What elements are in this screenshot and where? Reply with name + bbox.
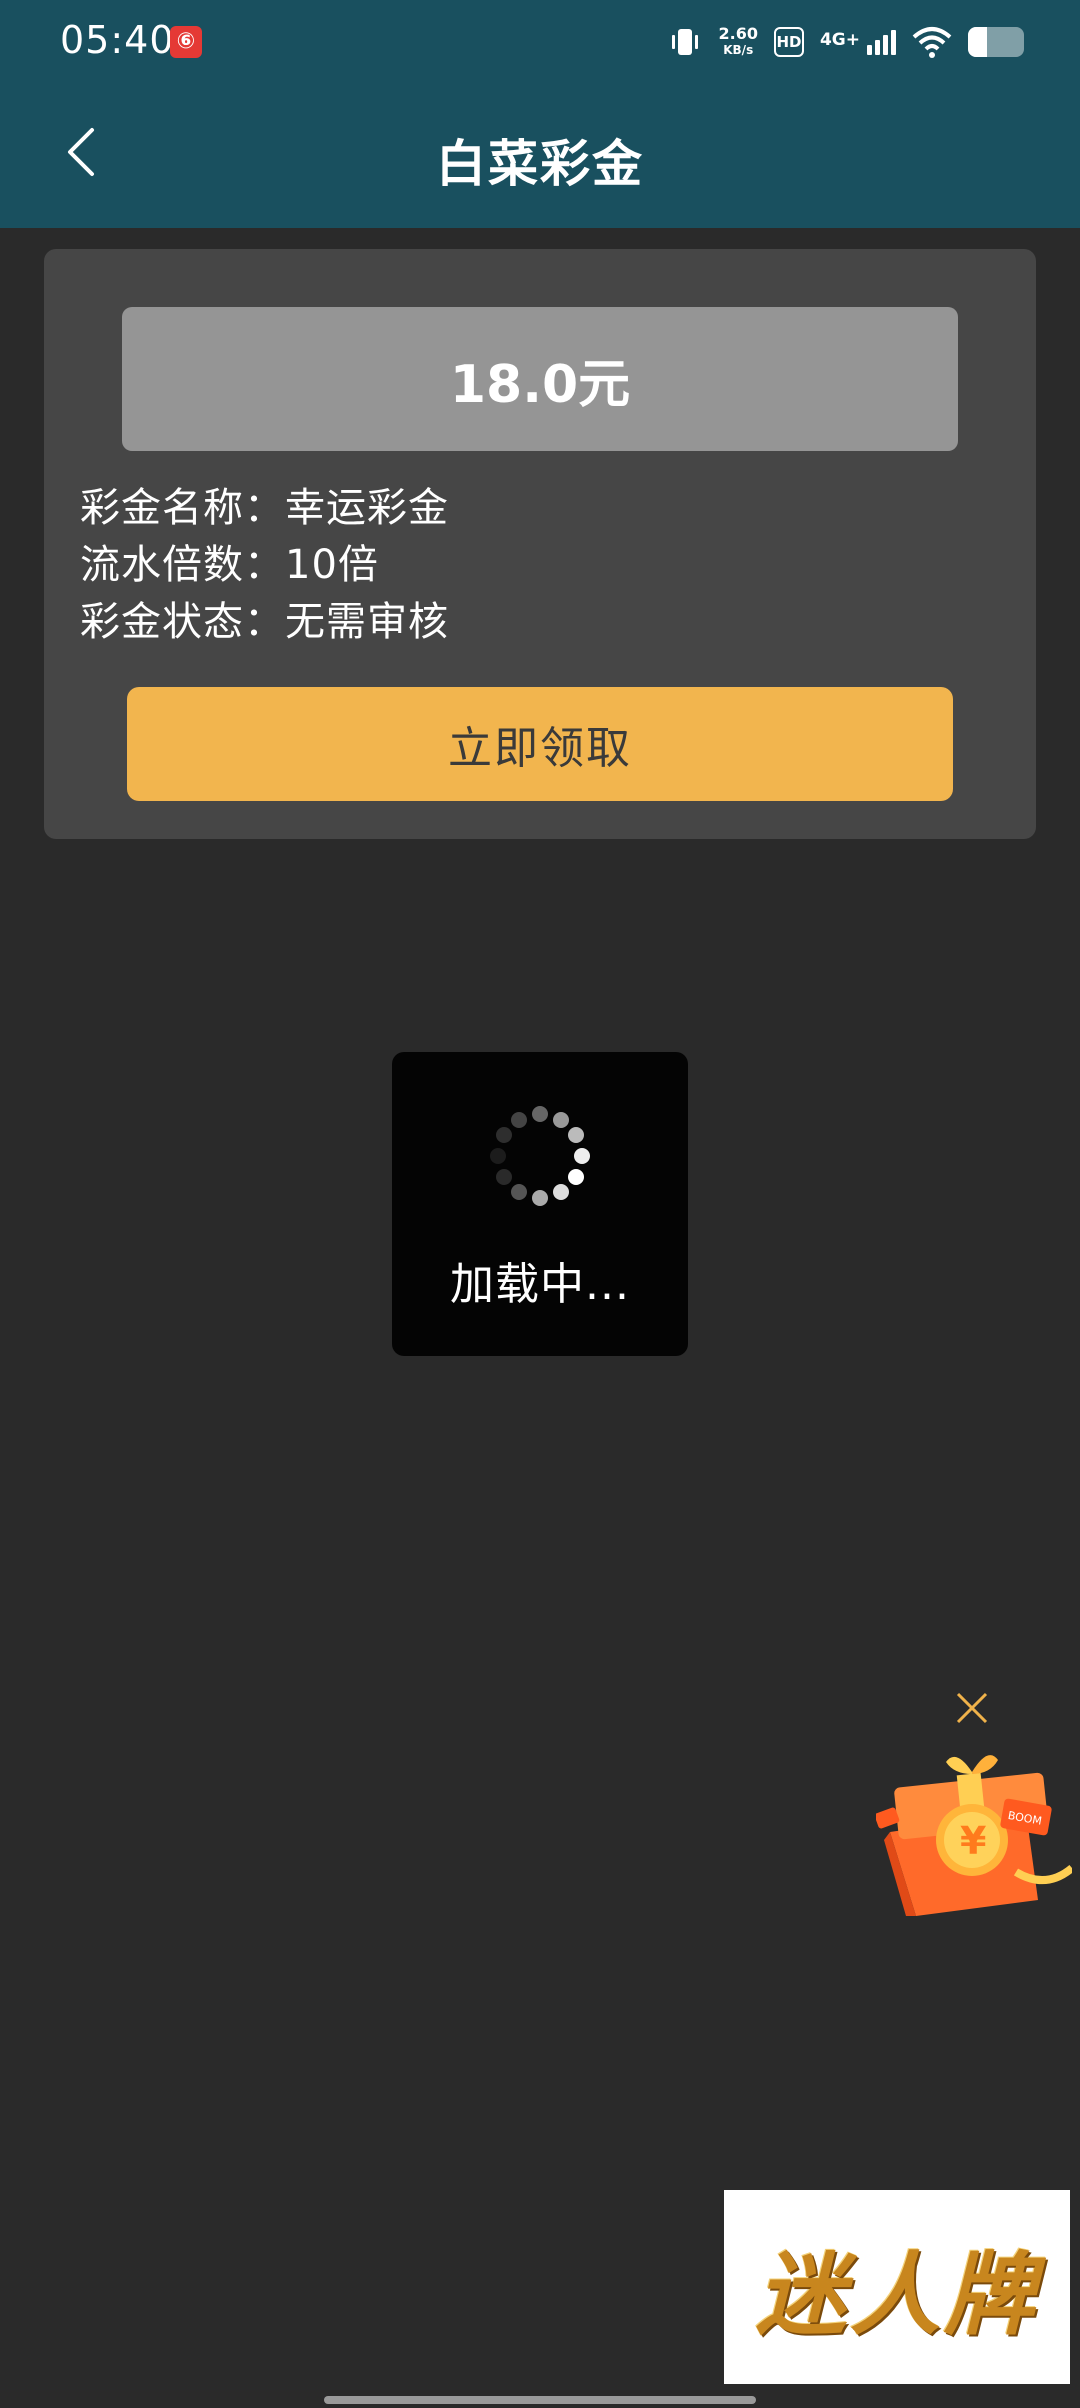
bonus-status-row: 彩金状态：无需审核 <box>80 589 449 647</box>
vibrate-icon <box>672 29 699 55</box>
loading-spinner-icon <box>490 1106 590 1206</box>
brand-logo-text: 迷人牌 <box>756 2242 1038 2348</box>
bonus-status-label: 彩金状态： <box>80 599 285 645</box>
close-icon[interactable] <box>952 1688 992 1728</box>
bonus-status-value: 无需审核 <box>285 599 449 645</box>
turnover-multiplier-row: 流水倍数：10倍 <box>80 532 379 590</box>
hd-icon: HD <box>773 27 804 57</box>
brand-logo[interactable]: 迷人牌 <box>724 2190 1070 2384</box>
network-speed-unit: KB/s <box>723 43 754 57</box>
bonus-card: 18.0元 彩金名称：幸运彩金 流水倍数：10倍 彩金状态：无需审核 立即领取 <box>44 249 1036 839</box>
wifi-icon <box>912 27 952 58</box>
claim-now-button[interactable]: 立即领取 <box>127 687 953 801</box>
turnover-multiplier-label: 流水倍数： <box>80 542 285 588</box>
status-time: 05:40 <box>60 18 175 62</box>
screen: 05:40 ⑥ 2.60 KB/s HD 4G+ 白菜彩金 18.0元 彩金名称… <box>0 0 1080 2408</box>
turnover-multiplier-value: 10倍 <box>285 542 379 588</box>
bonus-name-row: 彩金名称：幸运彩金 <box>80 475 449 533</box>
signal-icon: 4G+ <box>819 29 896 55</box>
network-speed: 2.60 KB/s <box>718 26 757 58</box>
bonus-amount: 18.0元 <box>122 307 958 451</box>
loading-toast: 加载中... <box>392 1052 688 1356</box>
status-bar: 05:40 ⑥ 2.60 KB/s HD 4G+ <box>0 0 1080 80</box>
bonus-name-label: 彩金名称： <box>80 485 285 531</box>
loading-text: 加载中... <box>450 1259 630 1310</box>
bonus-name-value: 幸运彩金 <box>285 485 449 531</box>
app-header: 白菜彩金 <box>0 80 1080 228</box>
home-indicator[interactable] <box>324 2396 756 2404</box>
network-speed-value: 2.60 <box>718 24 758 43</box>
gift-box-icon[interactable]: ¥ BOOM <box>876 1740 1072 1920</box>
netease-music-icon: ⑥ <box>170 26 202 58</box>
network-type: 4G+ <box>819 29 860 50</box>
status-icons: 2.60 KB/s HD 4G+ <box>668 22 1024 62</box>
page-title: 白菜彩金 <box>436 135 644 193</box>
gift-currency-symbol: ¥ <box>960 1819 986 1863</box>
battery-icon <box>968 27 1024 57</box>
battery-level <box>968 27 988 57</box>
